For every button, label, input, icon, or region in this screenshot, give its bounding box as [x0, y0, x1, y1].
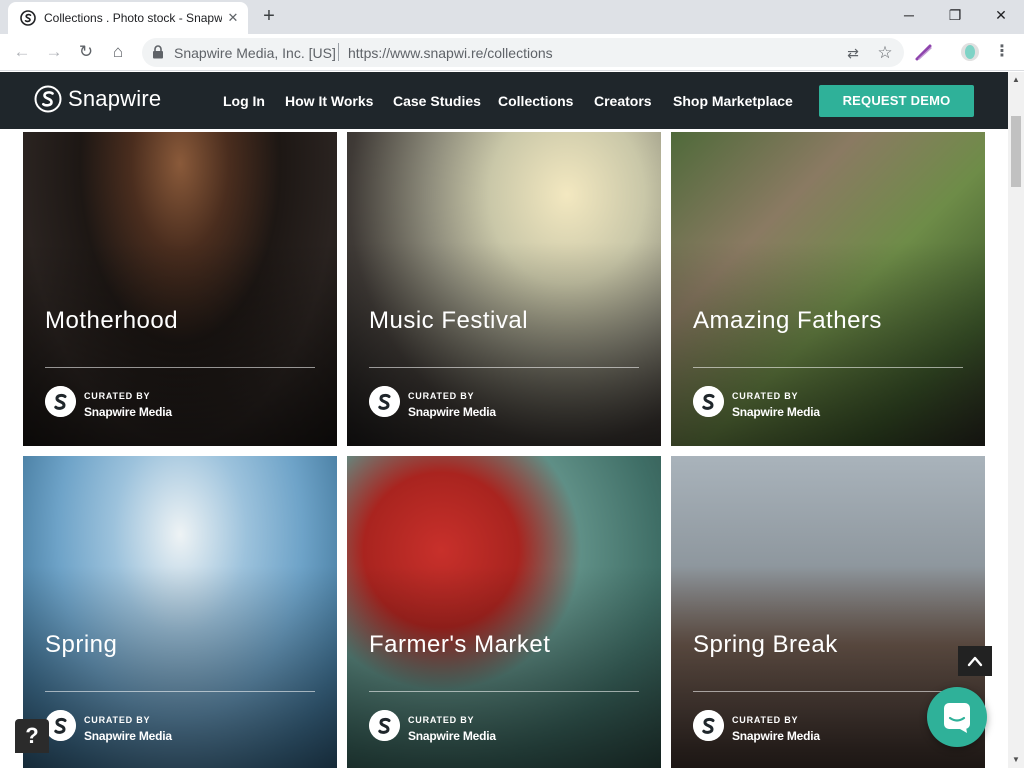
- curator-name[interactable]: Snapwire Media: [732, 729, 820, 743]
- curator-name[interactable]: Snapwire Media: [408, 405, 496, 419]
- url-text[interactable]: https://www.snapwi.re/collections: [348, 45, 553, 61]
- curator-logo-icon: [693, 386, 724, 417]
- curator-logo-icon: [45, 710, 76, 741]
- snapwire-favicon-icon: [20, 10, 36, 26]
- curator-name[interactable]: Snapwire Media: [732, 405, 820, 419]
- curated-by-label: CURATED BY: [732, 391, 799, 401]
- window-close-icon[interactable]: ✕: [987, 4, 1015, 26]
- nav-creators[interactable]: Creators: [594, 93, 652, 109]
- collection-card-spring[interactable]: Spring CURATED BY Snapwire Media: [23, 456, 337, 768]
- nav-log-in[interactable]: Log In: [223, 93, 265, 109]
- collection-card-music-festival[interactable]: Music Festival CURATED BY Snapwire Media: [347, 132, 661, 446]
- back-to-top-button[interactable]: [958, 646, 992, 676]
- card-divider: [45, 691, 315, 692]
- collection-title: Motherhood: [45, 307, 179, 334]
- browser-menu-icon[interactable]: ⋮: [994, 42, 1010, 62]
- tab-title: Collections . Photo stock - Snapwire: [44, 11, 222, 25]
- minimize-icon[interactable]: ─: [895, 4, 923, 26]
- snapwire-logo-icon[interactable]: [34, 85, 62, 113]
- scroll-down-icon[interactable]: ▼: [1008, 752, 1024, 768]
- card-divider: [369, 691, 639, 692]
- card-divider: [369, 367, 639, 368]
- logo-wordmark[interactable]: Snapwire: [68, 86, 161, 112]
- collection-card-amazing-fathers[interactable]: Amazing Fathers CURATED BY Snapwire Medi…: [671, 132, 985, 446]
- card-divider: [693, 691, 963, 692]
- curated-by-label: CURATED BY: [732, 715, 799, 725]
- curator-name[interactable]: Snapwire Media: [84, 405, 172, 419]
- chat-launcher-button[interactable]: [927, 687, 987, 747]
- site-identity: Snapwire Media, Inc. [US]: [174, 45, 336, 61]
- curated-by-label: CURATED BY: [84, 715, 151, 725]
- home-icon[interactable]: ⌂: [107, 41, 129, 63]
- site-header: Snapwire Log In How It Works Case Studie…: [0, 72, 1008, 129]
- collection-title: Spring: [45, 631, 118, 658]
- curated-by-label: CURATED BY: [408, 715, 475, 725]
- collection-title: Spring Break: [693, 631, 838, 658]
- forward-icon[interactable]: →: [43, 41, 65, 63]
- tab-close-icon[interactable]: ✕: [226, 11, 240, 25]
- scroll-up-icon[interactable]: ▲: [1008, 72, 1024, 88]
- collections-grid: Motherhood CURATED BY Snapwire Media Mus…: [0, 129, 1008, 768]
- bookmark-star-icon[interactable]: ☆: [876, 44, 894, 62]
- curator-logo-icon: [369, 710, 400, 741]
- curator-logo-icon: [45, 386, 76, 417]
- help-button[interactable]: ?: [15, 719, 49, 753]
- collection-card-motherhood[interactable]: Motherhood CURATED BY Snapwire Media: [23, 132, 337, 446]
- chevron-up-icon: [967, 656, 983, 667]
- new-tab-icon[interactable]: +: [258, 6, 280, 28]
- browser-tab-bar: Collections . Photo stock - Snapwire ✕ +…: [0, 0, 1024, 34]
- scrollbar-thumb[interactable]: [1011, 116, 1021, 187]
- nav-collections[interactable]: Collections: [498, 93, 573, 109]
- card-divider: [45, 367, 315, 368]
- page-scrollbar[interactable]: ▲ ▼: [1008, 72, 1024, 768]
- curator-name[interactable]: Snapwire Media: [84, 729, 172, 743]
- address-bar[interactable]: Snapwire Media, Inc. [US] https://www.sn…: [142, 38, 904, 67]
- curator-logo-icon: [693, 710, 724, 741]
- curator-name[interactable]: Snapwire Media: [408, 729, 496, 743]
- browser-tab[interactable]: Collections . Photo stock - Snapwire ✕: [8, 2, 248, 34]
- browser-toolbar: ← → ↻ ⌂ Snapwire Media, Inc. [US] https:…: [0, 34, 1024, 71]
- request-demo-button[interactable]: REQUEST DEMO: [819, 85, 974, 117]
- maximize-icon[interactable]: ❐: [941, 4, 969, 26]
- pen-extension-icon[interactable]: [914, 42, 934, 62]
- collection-title: Amazing Fathers: [693, 307, 882, 334]
- translate-icon[interactable]: ⇄: [844, 44, 862, 62]
- address-separator: [338, 43, 339, 61]
- card-divider: [693, 367, 963, 368]
- collection-title: Farmer's Market: [369, 631, 551, 658]
- back-icon[interactable]: ←: [11, 41, 33, 63]
- nav-shop-marketplace[interactable]: Shop Marketplace: [673, 93, 793, 109]
- nav-how-it-works[interactable]: How It Works: [285, 93, 373, 109]
- nav-case-studies[interactable]: Case Studies: [393, 93, 481, 109]
- curator-logo-icon: [369, 386, 400, 417]
- reload-icon[interactable]: ↻: [75, 41, 97, 63]
- chat-icon: [944, 703, 970, 733]
- lock-icon: [153, 45, 163, 59]
- curated-by-label: CURATED BY: [408, 391, 475, 401]
- curated-by-label: CURATED BY: [84, 391, 151, 401]
- collection-card-farmers-market[interactable]: Farmer's Market CURATED BY Snapwire Medi…: [347, 456, 661, 768]
- profile-avatar-icon[interactable]: [960, 42, 980, 62]
- collection-title: Music Festival: [369, 307, 529, 334]
